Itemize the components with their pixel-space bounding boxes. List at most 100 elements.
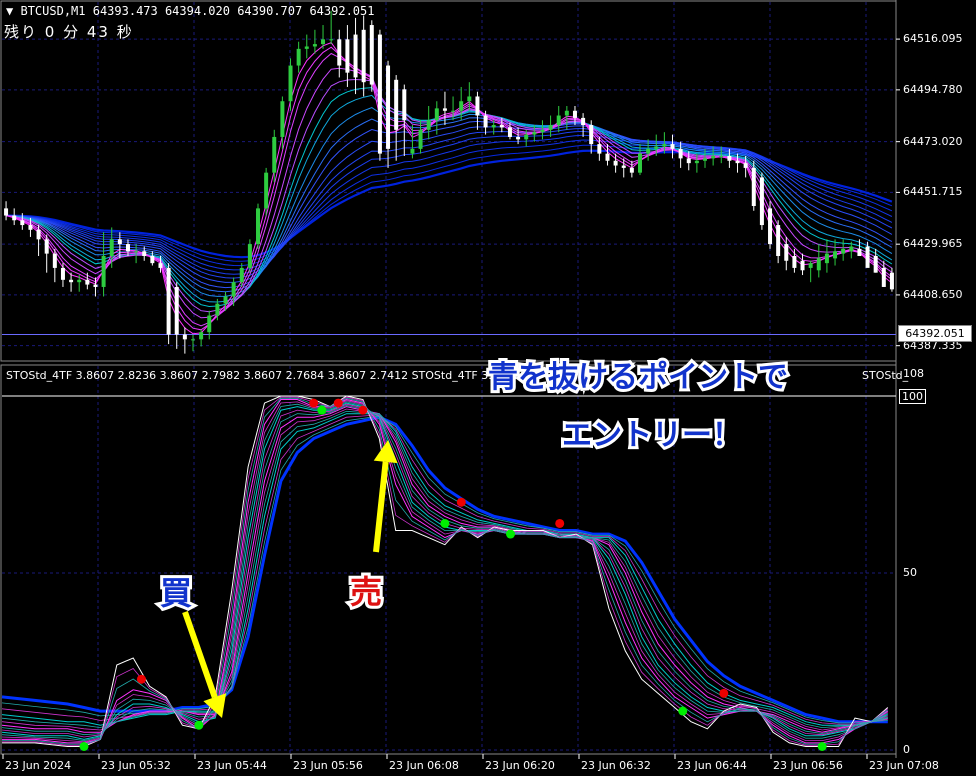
candle-bull <box>199 332 204 340</box>
symbol-header: ▼ BTCUSD,M1 64393.473 64394.020 64390.70… <box>6 4 374 18</box>
candle-bull <box>451 110 456 112</box>
candle-bear <box>182 334 187 340</box>
candle-bull <box>524 134 529 140</box>
candle-bear <box>776 225 781 256</box>
candle-bull <box>231 282 236 297</box>
indicator-tick-label: 100 <box>899 389 926 404</box>
candle-bear <box>345 39 350 73</box>
candle-bull <box>694 160 699 164</box>
collapse-triangle-icon[interactable]: ▼ <box>6 4 13 18</box>
candle-bear <box>792 256 797 268</box>
candle-bear <box>394 79 399 130</box>
ribbon-line <box>6 52 893 327</box>
time-tick-label: 23 Jun 06:56 <box>773 759 843 772</box>
candle-bull <box>223 296 228 304</box>
candle-bear <box>516 136 521 140</box>
stoch-line <box>1 406 888 733</box>
candle-bear <box>735 160 740 164</box>
candle-bull <box>459 101 464 111</box>
current-price-label: 64392.051 <box>898 325 972 342</box>
candle-bear <box>20 220 25 226</box>
candle-bear <box>166 267 171 335</box>
candle-bear <box>4 208 9 216</box>
candle-bear <box>402 89 407 121</box>
time-tick-label: 23 Jun 06:44 <box>677 759 747 772</box>
candle-bull <box>304 46 309 49</box>
candle-bear <box>483 115 488 128</box>
candle-bear <box>125 244 130 252</box>
price-tick-label: 64408.650 <box>903 287 963 301</box>
candle-bull <box>410 148 415 154</box>
price-tick-label: 64494.780 <box>903 82 963 96</box>
time-tick-label: 23 Jun 06:20 <box>485 759 555 772</box>
candle-bull <box>816 258 821 271</box>
indicator-tick-label: 108 <box>903 367 924 380</box>
sell-signal-dot <box>456 497 466 507</box>
candle-bull <box>280 101 285 137</box>
buy-signal-dot <box>506 529 516 539</box>
price-tick-label: 64473.020 <box>903 134 963 148</box>
time-tick-label: 23 Jun 07:08 <box>869 759 939 772</box>
sell-signal-dot <box>358 405 368 415</box>
bar-countdown: 残り 0 分 43 秒 <box>4 23 134 41</box>
sell-signal-dot <box>136 674 146 684</box>
candle-bull <box>296 48 301 66</box>
candle-bear <box>572 110 577 118</box>
candle-bull <box>540 129 545 133</box>
time-tick-label: 23 Jun 05:44 <box>197 759 267 772</box>
candle-bear <box>442 108 447 111</box>
stoch-fill-line <box>1 408 888 731</box>
candle-bear <box>613 160 618 166</box>
candle-bull <box>321 39 326 45</box>
price-tick-label: 64429.965 <box>903 237 963 251</box>
sell-label: 売 <box>347 570 385 614</box>
candle-bear <box>881 267 886 287</box>
candle-bull <box>491 125 496 128</box>
sell-signal-dot <box>309 398 319 408</box>
candle-bear <box>784 244 789 261</box>
price-tick-label: 64451.715 <box>903 185 963 199</box>
candle-bull <box>719 156 724 157</box>
candle-bull <box>101 256 106 287</box>
candle-bull <box>134 251 139 253</box>
candle-bear <box>12 215 17 221</box>
candle-bear <box>499 125 504 128</box>
candle-bear <box>678 148 683 159</box>
stoch-line <box>1 402 888 740</box>
buy-signal-dot <box>194 720 204 730</box>
candle-bear <box>361 29 366 83</box>
indicator-tick-label: 0 <box>903 743 910 756</box>
candle-bull <box>556 115 561 126</box>
candle-bull <box>312 44 317 47</box>
candle-bear <box>857 248 862 256</box>
candle-bear <box>865 246 870 268</box>
stoch-line <box>1 415 888 724</box>
candle-bull <box>288 65 293 102</box>
candle-bear <box>800 260 805 271</box>
candle-bull <box>77 279 82 283</box>
candle-bull <box>662 144 667 147</box>
candle-bear <box>475 96 480 116</box>
indicator-label: STOStd_4TF 3.8607 2.8236 3.8607 2.7982 3… <box>6 369 541 382</box>
candle-bull <box>207 315 212 333</box>
time-tick-label: 23 Jun 05:32 <box>101 759 171 772</box>
stoch-fill-line <box>1 404 888 736</box>
buy-signal-dot <box>817 741 827 751</box>
candle-bull <box>247 244 252 268</box>
symbol-quote-line: BTCUSD,M1 64393.473 64394.020 64390.707 … <box>20 4 375 18</box>
time-tick-label: 23 Jun 05:56 <box>293 759 363 772</box>
candle-bull <box>215 303 220 316</box>
candle-bull <box>703 158 708 161</box>
stoch-line <box>1 413 888 726</box>
stoch-fill-line <box>1 414 888 725</box>
candle-bear <box>44 239 49 254</box>
candle-bear <box>507 127 512 137</box>
candle-bear <box>353 34 358 78</box>
candle-bull <box>190 339 195 341</box>
candle-bear <box>386 65 391 149</box>
ribbon-line <box>6 78 893 313</box>
candle-bear <box>686 158 691 164</box>
candle-bull <box>841 248 846 254</box>
sell-signal-dot <box>333 398 343 408</box>
stoch-fill-line <box>1 415 888 724</box>
